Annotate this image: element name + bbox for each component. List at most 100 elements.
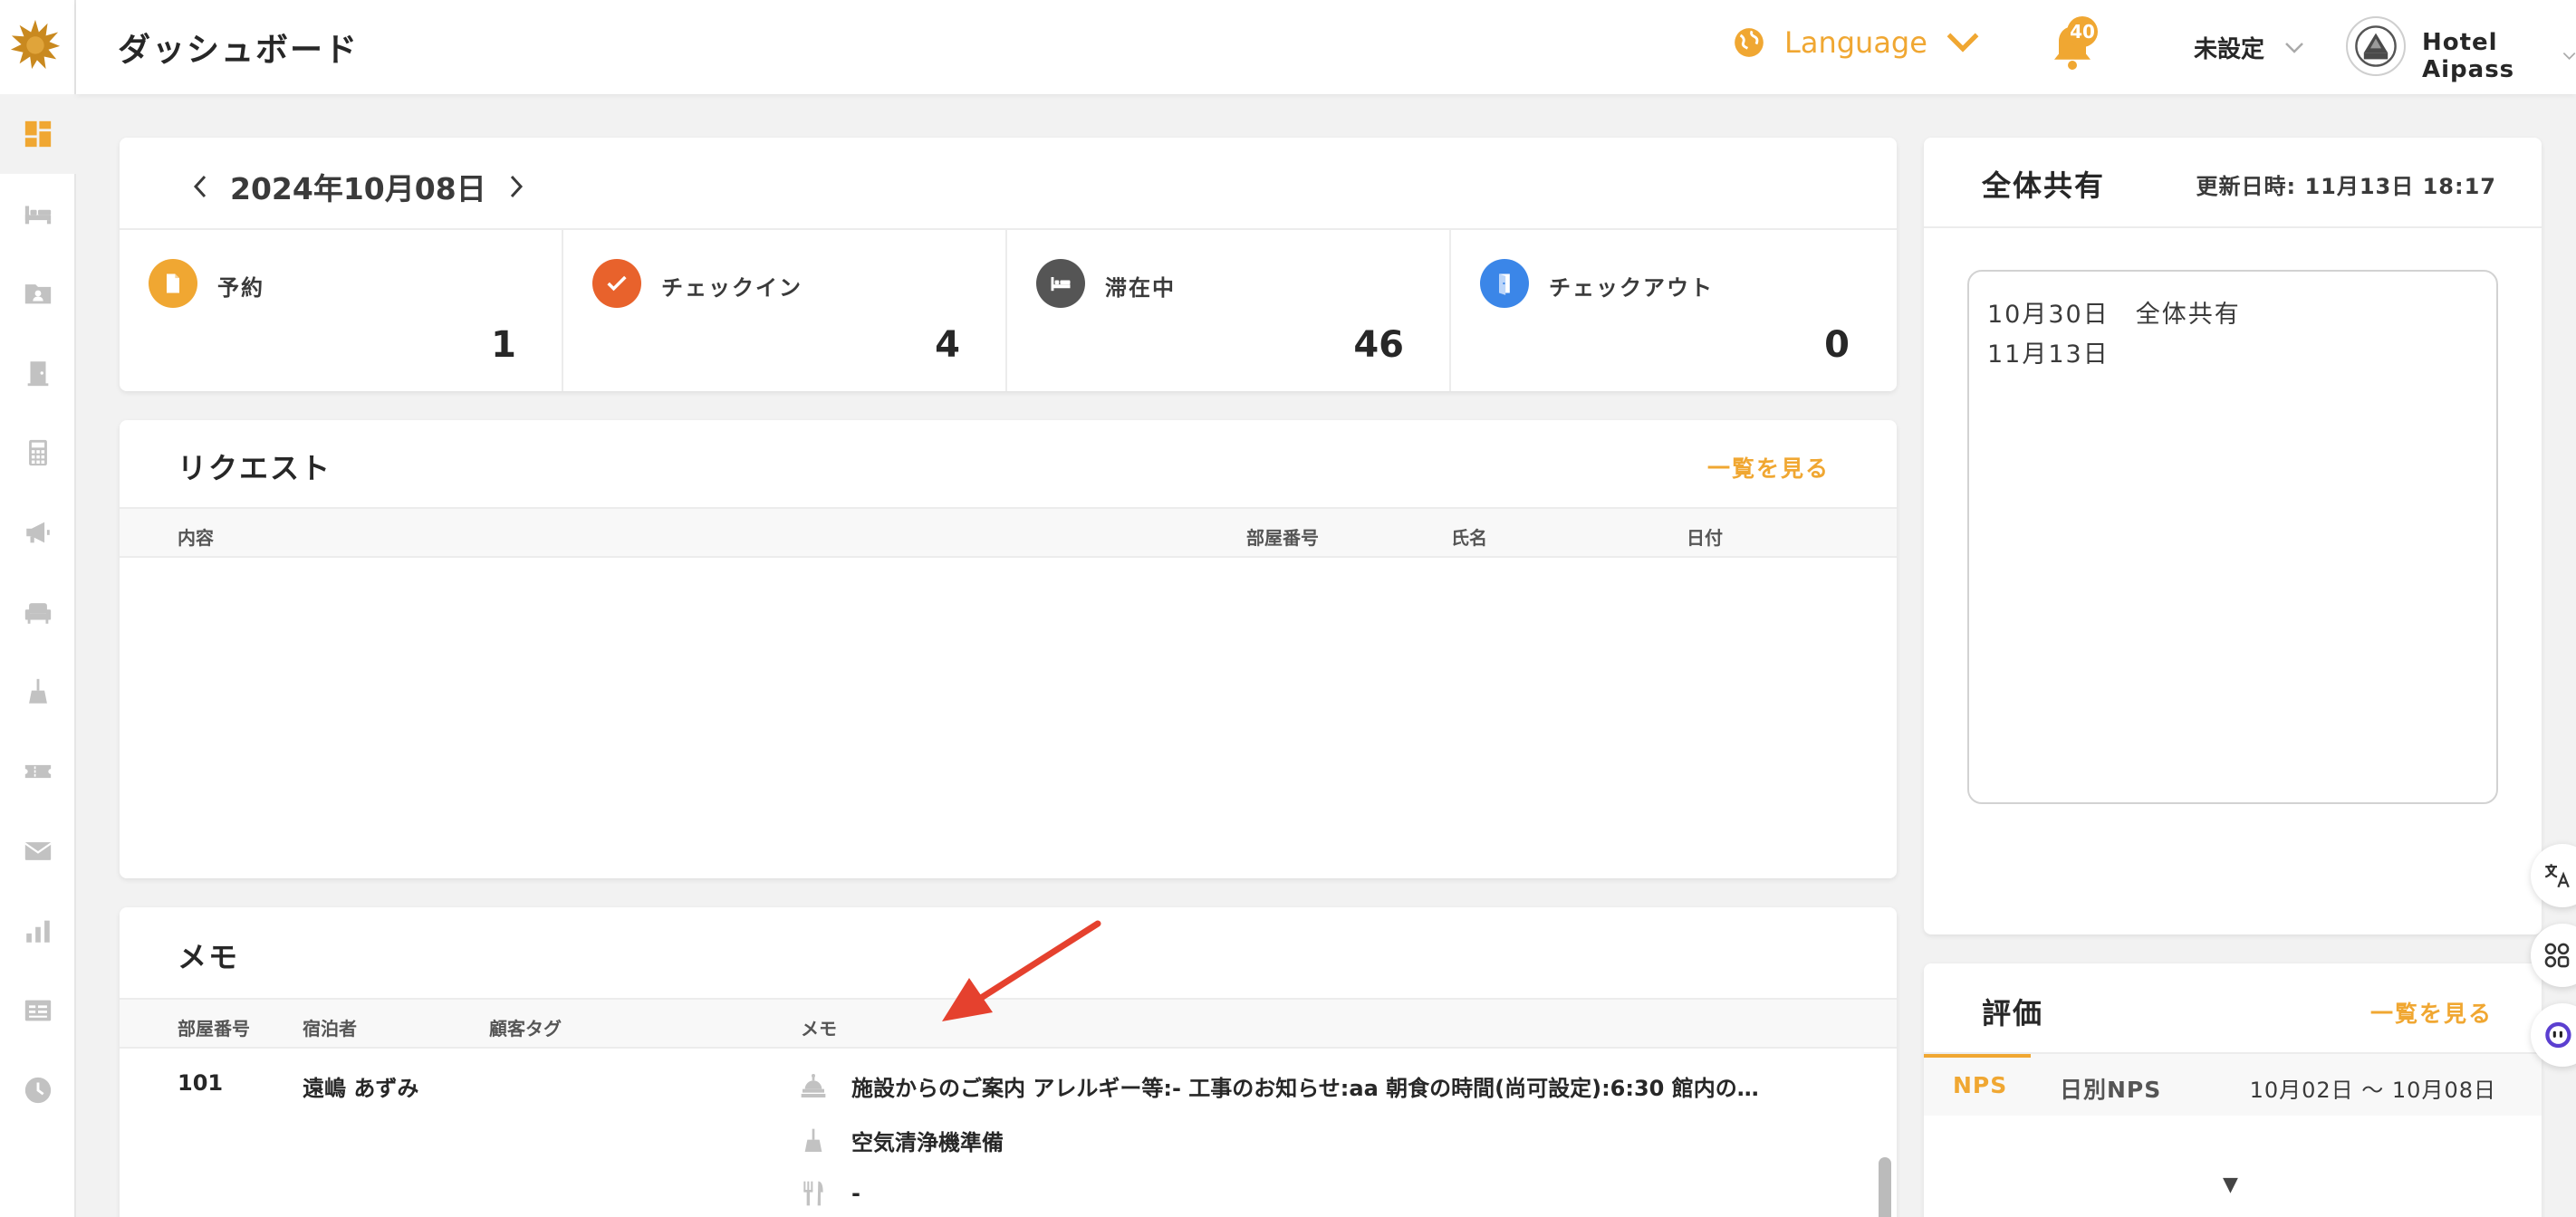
date-navigator: 2024年10月08日: [192, 165, 524, 208]
sidebar-item-mail[interactable]: [0, 811, 76, 891]
notification-badge: 40: [2067, 16, 2098, 47]
ticket-icon: [24, 764, 52, 779]
share-line: 11月13日: [1987, 340, 2110, 369]
sidebar-item-dashboard[interactable]: [0, 94, 76, 174]
memo-text: -: [851, 1181, 860, 1206]
memo-line: -: [799, 1179, 860, 1208]
guest-name: 遠嶋 あずみ: [303, 1076, 419, 1101]
memo-line: 空気清浄機準備: [799, 1125, 1004, 1156]
share-textarea[interactable]: 10月30日 全体共有 11月13日: [1967, 270, 2498, 804]
requests-view-all-link[interactable]: 一覧を見る: [1707, 451, 1830, 484]
active-tab-indicator: [1924, 1054, 2031, 1058]
sidebar-item-notices[interactable]: [0, 493, 76, 572]
bed-icon: [1036, 259, 1085, 308]
page-title: ダッシュボード: [118, 32, 360, 69]
sidebar-item-forms[interactable]: [0, 971, 76, 1050]
chevron-down-icon: [2562, 52, 2576, 60]
evaluation-title: 評価: [1982, 996, 2044, 1030]
sidebar-item-accounting[interactable]: [0, 413, 76, 493]
language-selector[interactable]: Language: [1732, 25, 1980, 60]
hotel-selector[interactable]: Hotel Aipass: [2422, 29, 2576, 83]
column-header: 日付: [1687, 527, 1723, 549]
stat-value: 4: [935, 324, 960, 366]
requests-table-header: 内容 部屋番号 氏名 日付: [120, 507, 1897, 558]
translate-icon: [2544, 864, 2570, 888]
clock-icon: [24, 1077, 52, 1104]
bar-chart-icon: [26, 920, 50, 943]
sidebar-item-facilities[interactable]: [0, 572, 76, 652]
requests-title: リクエスト: [178, 451, 332, 485]
tab-nps[interactable]: NPS: [1953, 1072, 2007, 1098]
sidebar-item-rooms[interactable]: [0, 174, 76, 254]
date-summary-card: 2024年10月08日 予約 1 チェックイン 4 滞在中 46 チェックアウト…: [120, 138, 1897, 391]
stat-label: 予約: [217, 275, 264, 301]
hotel-name: Hotel Aipass: [2422, 29, 2515, 83]
megaphone-icon: [26, 522, 50, 543]
chevron-right-icon[interactable]: [508, 174, 524, 199]
memo-scrollbar[interactable]: [1879, 1157, 1891, 1217]
list-icon: [24, 1000, 52, 1021]
stat-checkin[interactable]: チェックイン 4: [563, 230, 1007, 391]
memo-line: 施設からのご案内 アレルギー等:- 工事のお知らせ:aa 朝食の時間(尚可設定)…: [799, 1070, 1759, 1102]
column-header: 氏名: [1451, 527, 1487, 549]
status-selector[interactable]: 未設定: [2194, 31, 2304, 64]
mail-icon: [24, 842, 52, 860]
company-share-card: 全体共有 更新日時: 11月13日 18:17 10月30日 全体共有 11月1…: [1924, 138, 2542, 934]
language-label: Language: [1784, 25, 1927, 60]
stat-label: 滞在中: [1105, 275, 1176, 301]
chat-bot-icon: [2545, 1021, 2571, 1049]
evaluation-card: 評価 一覧を見る NPS 日別NPS 10月02日 〜 10月08日 ▼: [1924, 963, 2542, 1217]
front-desk-icon: [801, 1073, 826, 1097]
column-header: 内容: [178, 527, 214, 549]
column-header: 部屋番号: [178, 1018, 250, 1040]
cutlery-icon: [803, 1181, 823, 1206]
requests-card: リクエスト 一覧を見る 内容 部屋番号 氏名 日付: [120, 420, 1897, 878]
memo-card: メモ 部屋番号 宿泊者 顧客タグ メモ 101 遠嶋 あずみ 施設からのご案内 …: [120, 907, 1897, 1217]
sidebar-item-checkout[interactable]: [0, 333, 76, 413]
exit-door-icon: [1480, 259, 1529, 308]
dashboard-icon: [24, 120, 52, 148]
memo-title: メモ: [178, 940, 240, 974]
memo-text: 施設からのご案内 アレルギー等:- 工事のお知らせ:aa 朝食の時間(尚可設定)…: [851, 1076, 1759, 1101]
cleaning-icon: [29, 678, 47, 704]
sidebar-item-coupons[interactable]: [0, 732, 76, 811]
check-icon: [592, 259, 641, 308]
chevron-down-icon: [1946, 33, 1979, 53]
sidebar-item-analytics[interactable]: [0, 891, 76, 971]
sofa-icon: [24, 603, 52, 624]
sidebar-item-guests[interactable]: [0, 254, 76, 333]
chevron-down-icon: [2285, 42, 2303, 53]
column-header: 顧客タグ: [489, 1018, 562, 1040]
stat-label: チェックアウト: [1549, 275, 1714, 301]
apps-grid-icon: [2544, 943, 2570, 968]
current-date[interactable]: 2024年10月08日: [230, 165, 486, 208]
stat-value: 0: [1824, 324, 1850, 366]
sidebar-item-cleaning[interactable]: [0, 652, 76, 732]
dropdown-caret-icon[interactable]: ▼: [2223, 1174, 2238, 1196]
share-line: 10月30日 全体共有: [1987, 301, 2241, 329]
calculator-icon: [29, 439, 47, 466]
chevron-left-icon[interactable]: [192, 174, 208, 199]
date-range: 10月02日 〜 10月08日: [2249, 1078, 2496, 1103]
share-updated-time: 更新日時: 11月13日 18:17: [2196, 174, 2496, 199]
stat-reservation[interactable]: 予約 1: [120, 230, 563, 391]
stat-value: 46: [1353, 324, 1404, 366]
memo-text: 空気清浄機準備: [851, 1130, 1004, 1155]
document-icon: [149, 259, 197, 308]
stat-checkout[interactable]: チェックアウト 0: [1451, 230, 1895, 391]
column-header: 宿泊者: [303, 1018, 357, 1040]
sidebar-item-history[interactable]: [0, 1050, 76, 1130]
sun-logo-icon[interactable]: [9, 18, 62, 71]
status-label: 未設定: [2194, 36, 2265, 63]
tab-daily-nps[interactable]: 日別NPS: [2060, 1072, 2161, 1105]
hotel-avatar[interactable]: [2346, 16, 2406, 76]
room-number: 101: [178, 1070, 224, 1096]
door-icon: [27, 361, 49, 387]
stat-staying[interactable]: 滞在中 46: [1007, 230, 1451, 391]
column-header: 部屋番号: [1246, 527, 1319, 549]
column-header: メモ: [801, 1018, 837, 1040]
stat-label: チェックイン: [661, 275, 803, 301]
evaluation-view-all-link[interactable]: 一覧を見る: [2370, 996, 2493, 1029]
globe-icon: [1735, 28, 1764, 57]
evaluation-tabs: NPS 日別NPS 10月02日 〜 10月08日: [1924, 1052, 2542, 1116]
